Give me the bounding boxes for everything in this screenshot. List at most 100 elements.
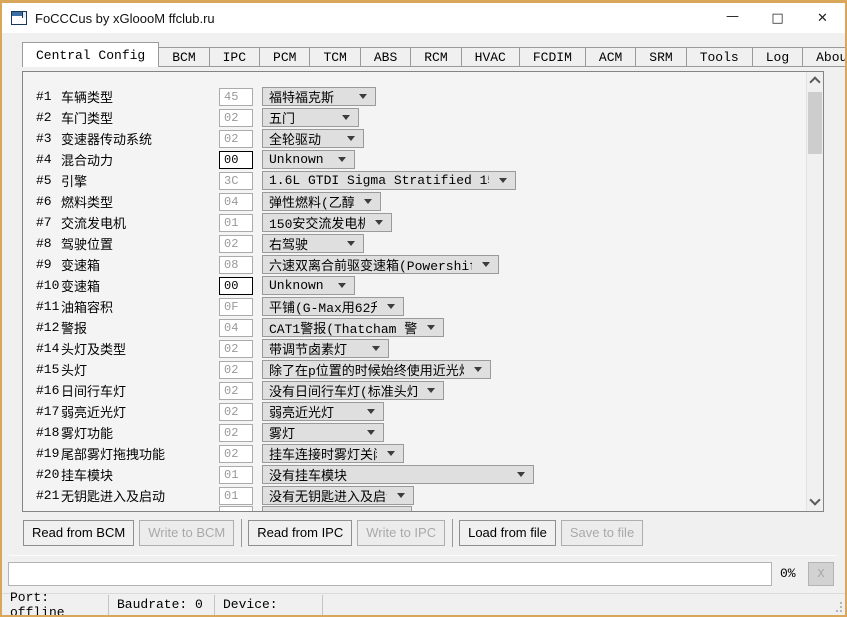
- tab-label: RCM: [424, 50, 447, 65]
- scroll-down-icon[interactable]: [807, 494, 824, 511]
- row-label: 头灯: [61, 360, 219, 379]
- value-field[interactable]: 00: [219, 277, 253, 295]
- option-dropdown[interactable]: 没有日间行车灯(标准头灯): [262, 381, 444, 400]
- row-number: #17: [36, 404, 61, 419]
- option-dropdown[interactable]: 没有挂车模块: [262, 465, 534, 484]
- row-number: #2: [36, 110, 61, 125]
- tab-fcdim[interactable]: FCDIM: [520, 47, 586, 67]
- option-dropdown[interactable]: 福特福克斯: [262, 87, 376, 106]
- client-area: Central Config BCM IPC PCMTCMABS RCM HVAC FCDI…: [2, 33, 845, 615]
- option-dropdown[interactable]: 五门: [262, 108, 359, 127]
- central-config-panel: #1车辆类型45福特福克斯#2车门类型02五门#3变速器传动系统02全轮驱动#4…: [22, 71, 824, 512]
- dropdown-selected-text: 雾灯: [269, 423, 295, 442]
- value-field: 01: [219, 487, 253, 505]
- tab-central-config[interactable]: Central Config: [22, 42, 159, 67]
- title-bar: FoCCCus by xGloooM ffclub.ru — □ ✕: [2, 3, 845, 33]
- tab-pcm[interactable]: PCM: [260, 47, 310, 67]
- tab-label: IPC: [223, 50, 246, 65]
- tab-about[interactable]: About: [803, 47, 847, 67]
- tab-rcm[interactable]: RCM: [411, 47, 461, 67]
- chevron-down-icon: [474, 367, 482, 372]
- row-label: 燃料类型: [61, 192, 219, 211]
- option-dropdown[interactable]: 平铺(G-Max用62升): [262, 297, 404, 316]
- row-number: #19: [36, 446, 61, 461]
- value-field: 02: [219, 109, 253, 127]
- read-from-bcm-button[interactable]: Read from BCM: [23, 520, 134, 546]
- config-row: #5引擎3C1.6L GTDI Sigma Stratified 150PS: [23, 170, 806, 191]
- config-row: #2车门类型02五门: [23, 107, 806, 128]
- chevron-down-icon: [387, 451, 395, 456]
- window-controls: — □ ✕: [710, 3, 845, 33]
- load-from-file-button[interactable]: Load from file: [459, 520, 556, 546]
- row-label: 交流发电机: [61, 213, 219, 232]
- value-field: 02: [219, 445, 253, 463]
- status-device: Device:: [215, 594, 322, 615]
- read-from-ipc-button[interactable]: Read from IPC: [248, 520, 352, 546]
- option-dropdown[interactable]: 右驾驶: [262, 234, 364, 253]
- dropdown-selected-text: 六速双离合前驱变速箱(Powershift): [269, 255, 472, 274]
- tab-srm[interactable]: SRM: [636, 47, 686, 67]
- option-dropdown[interactable]: 带调节卤素灯: [262, 339, 389, 358]
- tab-log[interactable]: Log: [753, 47, 803, 67]
- config-row: #7交流发电机01150安交流发电机: [23, 212, 806, 233]
- row-label: 油箱容积: [61, 297, 219, 316]
- config-row: #16日间行车灯02没有日间行车灯(标准头灯): [23, 380, 806, 401]
- tab-bcm[interactable]: BCM: [159, 47, 209, 67]
- row-label: 车辆类型: [61, 87, 219, 106]
- close-button[interactable]: ✕: [800, 3, 845, 33]
- option-dropdown[interactable]: 除了在p位置的时候始终使用近光灯: [262, 360, 491, 379]
- row-label: 混合动力: [61, 150, 219, 169]
- option-dropdown[interactable]: 弱亮近光灯: [262, 402, 384, 421]
- tab-acm[interactable]: ACM: [586, 47, 636, 67]
- option-dropdown[interactable]: 雾灯: [262, 423, 384, 442]
- tab-tools[interactable]: Tools: [687, 47, 753, 67]
- option-dropdown[interactable]: 六速双离合前驱变速箱(Powershift): [262, 255, 499, 274]
- config-rows: #1车辆类型45福特福克斯#2车门类型02五门#3变速器传动系统02全轮驱动#4…: [23, 72, 806, 511]
- dropdown-selected-text: 全轮驱动: [269, 129, 321, 148]
- maximize-button[interactable]: □: [755, 3, 800, 33]
- tab-label: FCDIM: [533, 50, 572, 65]
- config-row: #10变速箱00Unknown: [23, 275, 806, 296]
- option-dropdown[interactable]: CAT1警报(Thatcham 警报): [262, 318, 444, 337]
- dropdown-selected-text: 除了在p位置的时候始终使用近光灯: [269, 360, 464, 379]
- scrollbar-thumb[interactable]: [808, 92, 822, 154]
- tab-tcm[interactable]: TCM: [310, 47, 360, 67]
- config-row: #11油箱容积0F平铺(G-Max用62升): [23, 296, 806, 317]
- cancel-button[interactable]: X: [808, 562, 834, 586]
- value-field: 45: [219, 88, 253, 106]
- action-buttons: Read from BCMWrite to BCMRead from IPCWr…: [23, 519, 648, 546]
- chevron-down-icon: [364, 199, 372, 204]
- resize-grip-icon[interactable]: [832, 602, 842, 612]
- value-field: 3C: [219, 172, 253, 190]
- row-number: #18: [36, 425, 61, 440]
- option-dropdown[interactable]: Unknown: [262, 150, 355, 169]
- value-field[interactable]: 00: [219, 151, 253, 169]
- tab-abs[interactable]: ABS: [361, 47, 411, 67]
- option-dropdown[interactable]: 弹性燃料(乙醇): [262, 192, 381, 211]
- tab-ipc[interactable]: IPC: [210, 47, 260, 67]
- dropdown-selected-text: 没有无钥匙进入及启动: [269, 486, 387, 505]
- chevron-down-icon: [387, 304, 395, 309]
- option-dropdown[interactable]: Unknown: [262, 276, 355, 295]
- config-row: #9变速箱08六速双离合前驱变速箱(Powershift): [23, 254, 806, 275]
- minimize-button[interactable]: —: [710, 3, 755, 33]
- button-group-separator: [452, 519, 453, 547]
- option-dropdown[interactable]: [262, 506, 412, 511]
- dropdown-selected-text: 没有日间行车灯(标准头灯): [269, 381, 417, 400]
- tab-label: About: [816, 50, 847, 65]
- option-dropdown[interactable]: 挂车连接时雾灯关闭: [262, 444, 404, 463]
- row-number: #15: [36, 362, 61, 377]
- dropdown-selected-text: 平铺(G-Max用62升): [269, 297, 377, 316]
- value-field: 04: [219, 193, 253, 211]
- scroll-up-icon[interactable]: [807, 72, 824, 89]
- chevron-down-icon: [342, 115, 350, 120]
- option-dropdown[interactable]: 1.6L GTDI Sigma Stratified 150PS: [262, 171, 516, 190]
- tab-hvac[interactable]: HVAC: [462, 47, 520, 67]
- vertical-scrollbar[interactable]: [806, 72, 823, 511]
- tab-label: Central Config: [36, 48, 145, 63]
- option-dropdown[interactable]: 没有无钥匙进入及启动: [262, 486, 414, 505]
- option-dropdown[interactable]: 150安交流发电机: [262, 213, 392, 232]
- chevron-down-icon: [517, 472, 525, 477]
- option-dropdown[interactable]: 全轮驱动: [262, 129, 364, 148]
- section-divider: [9, 555, 837, 556]
